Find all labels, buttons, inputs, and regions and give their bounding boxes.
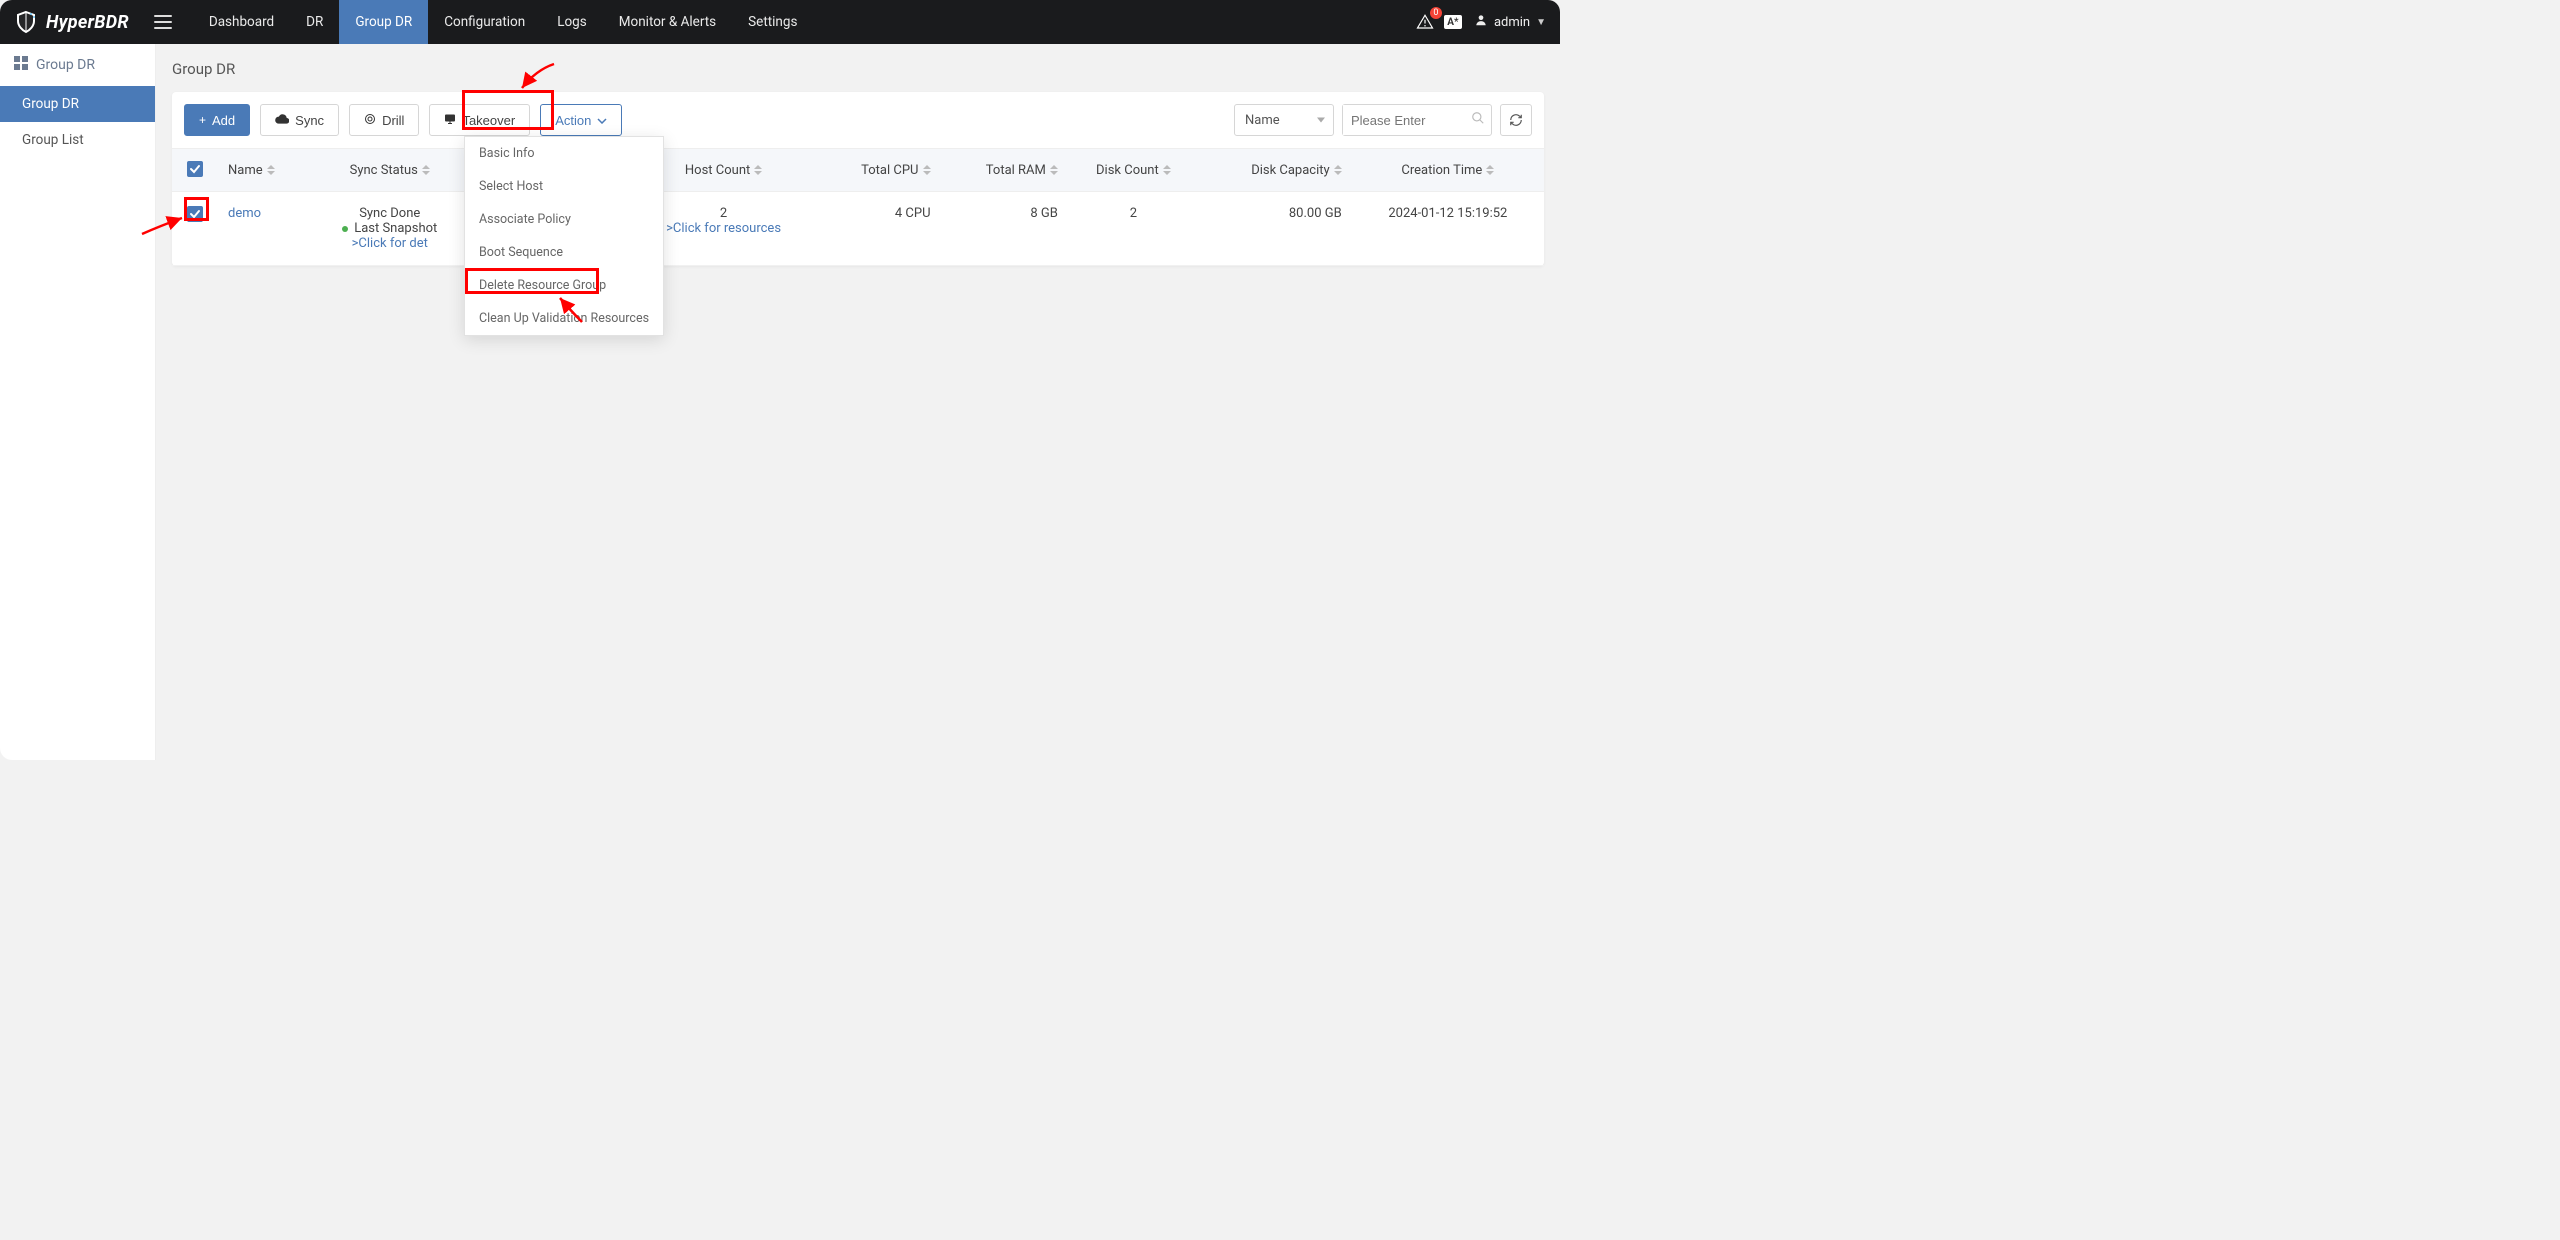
menu-toggle-button[interactable]: [143, 0, 183, 44]
nav-item-monitor-alerts[interactable]: Monitor & Alerts: [603, 0, 732, 44]
add-button-label: Add: [212, 113, 235, 128]
topnav-right: 0 A* admin ▼: [1412, 9, 1560, 35]
add-button[interactable]: + Add: [184, 104, 250, 136]
grid-icon: [14, 56, 28, 74]
nav-item-dr[interactable]: DR: [290, 0, 339, 44]
cloud-icon: [275, 113, 289, 127]
action-menu-delete-resource-group[interactable]: Delete Resource Group: [465, 269, 663, 302]
nav-item-logs[interactable]: Logs: [541, 0, 603, 44]
total-ram-cell: 8 GB: [1030, 206, 1058, 221]
user-icon: [1474, 13, 1488, 31]
status-dot-icon: [342, 226, 348, 232]
refresh-button[interactable]: [1500, 104, 1532, 136]
sidebar-title: Group DR: [0, 44, 155, 86]
col-total-cpu[interactable]: Total CPU: [817, 149, 941, 192]
row-name-link[interactable]: demo: [228, 206, 261, 221]
alerts-button[interactable]: 0: [1412, 9, 1438, 35]
sync-details-link[interactable]: >Click for det: [352, 236, 428, 251]
filter-input[interactable]: [1343, 105, 1463, 135]
col-disk-count[interactable]: Disk Count: [1068, 149, 1199, 192]
page-wrapper: HyperBDR Dashboard DR Group DR Configura…: [0, 0, 1560, 760]
brand: HyperBDR: [0, 10, 143, 34]
plus-icon: +: [199, 113, 206, 127]
nav-items: Dashboard DR Group DR Configuration Logs…: [193, 0, 814, 44]
user-label: admin: [1494, 15, 1530, 30]
disk-count-cell: 2: [1130, 206, 1137, 221]
table-row: demo Sync Done Last Snapshot >Click for …: [172, 192, 1544, 266]
language-switcher[interactable]: A*: [1444, 15, 1462, 29]
disk-capacity-cell: 80.00 GB: [1289, 206, 1342, 221]
search-icon[interactable]: [1471, 111, 1485, 129]
col-creation-time[interactable]: Creation Time: [1352, 149, 1544, 192]
action-menu-associate-policy[interactable]: Associate Policy: [465, 203, 663, 236]
col-total-ram[interactable]: Total RAM: [941, 149, 1068, 192]
sidebar-item-group-dr[interactable]: Group DR: [0, 86, 155, 122]
total-cpu-cell: 4 CPU: [895, 206, 931, 221]
action-menu-boot-sequence[interactable]: Boot Sequence: [465, 236, 663, 269]
nav-item-dashboard[interactable]: Dashboard: [193, 0, 290, 44]
host-resources-link[interactable]: >Click for resources: [666, 221, 781, 236]
chevron-down-icon: [597, 113, 607, 127]
drill-button[interactable]: Drill: [349, 104, 419, 136]
nav-item-configuration[interactable]: Configuration: [428, 0, 541, 44]
col-name[interactable]: Name: [218, 149, 310, 192]
data-table: Name Sync Status Boot Status Host Count …: [172, 148, 1544, 266]
nav-item-settings[interactable]: Settings: [732, 0, 813, 44]
brand-text: HyperBDR: [46, 12, 129, 33]
top-nav: HyperBDR Dashboard DR Group DR Configura…: [0, 0, 1560, 44]
filter-input-wrapper: [1342, 104, 1492, 136]
sidebar: Group DR Group DR Group List: [0, 44, 156, 760]
brand-shield-icon: [14, 10, 38, 34]
action-menu-clean-up-validation-resources[interactable]: Clean Up Validation Resources: [465, 302, 663, 335]
filter-field-select[interactable]: Name: [1234, 104, 1334, 136]
select-all-checkbox[interactable]: [187, 161, 203, 177]
takeover-button[interactable]: Takeover: [429, 104, 530, 136]
col-disk-capacity[interactable]: Disk Capacity: [1199, 149, 1352, 192]
sync-status-cell: Sync Done Last Snapshot >Click for det: [320, 206, 459, 251]
main-card: + Add Sync Drill: [172, 92, 1544, 266]
caret-down-icon: ▼: [1536, 17, 1546, 28]
action-menu-basic-info[interactable]: Basic Info: [465, 137, 663, 170]
action-dropdown: Basic Info Select Host Associate Policy …: [464, 136, 664, 336]
sidebar-item-group-list[interactable]: Group List: [0, 122, 155, 158]
col-sync-status[interactable]: Sync Status: [310, 149, 469, 192]
action-button[interactable]: Action: [540, 104, 622, 136]
target-icon: [364, 113, 376, 128]
nav-item-group-dr[interactable]: Group DR: [339, 0, 428, 44]
host-count-cell: 2 >Click for resources: [640, 206, 807, 236]
action-menu-select-host[interactable]: Select Host: [465, 170, 663, 203]
row-checkbox[interactable]: [187, 206, 203, 222]
table-header-row: Name Sync Status Boot Status Host Count …: [172, 149, 1544, 192]
user-menu[interactable]: admin ▼: [1468, 13, 1546, 31]
page-title: Group DR: [172, 60, 1544, 78]
monitor-icon: [444, 113, 456, 128]
content: Group DR + Add Sync: [156, 44, 1560, 760]
toolbar: + Add Sync Drill: [172, 92, 1544, 148]
alert-badge: 0: [1430, 7, 1442, 19]
sync-button[interactable]: Sync: [260, 104, 339, 136]
creation-time-cell: 2024-01-12 15:19:52: [1388, 206, 1507, 221]
